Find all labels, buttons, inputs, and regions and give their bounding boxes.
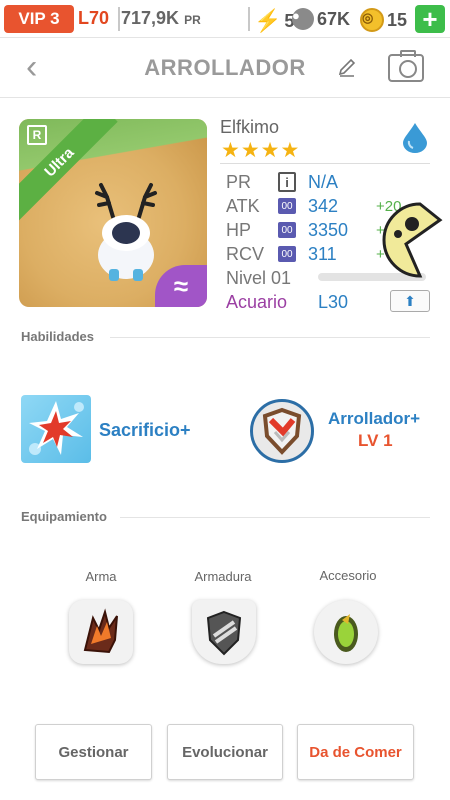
green-gem-icon xyxy=(334,614,358,652)
active-skill-name[interactable]: Sacrificio+ xyxy=(99,420,191,441)
feed-button[interactable]: Da de Comer xyxy=(297,724,414,780)
vip-badge[interactable]: VIP 3 xyxy=(4,5,74,33)
divider xyxy=(120,517,430,518)
water-drop-icon xyxy=(403,123,427,153)
coin-counter[interactable]: ◎ 15 xyxy=(360,8,407,32)
add-currency-button[interactable]: + xyxy=(415,5,445,33)
equipment-section-title: Equipamiento xyxy=(21,509,107,524)
claw-weapon-icon xyxy=(83,608,118,654)
stat-row-pr: PR i N/A xyxy=(226,170,338,194)
monster-sprite xyxy=(95,183,157,281)
armor-slot[interactable] xyxy=(192,600,256,664)
equip-label-weapon: Arma xyxy=(85,569,117,584)
monster-name: Elfkimo xyxy=(220,117,280,137)
divider xyxy=(248,7,250,31)
stat-row-rcv: RCV 00 311 + xyxy=(226,242,385,266)
stat-label: ATK xyxy=(226,195,260,216)
divider xyxy=(220,163,430,164)
level-label: Nivel 01 xyxy=(226,267,292,288)
armor-shield-icon xyxy=(206,610,242,656)
equip-label-accessory: Accesorio xyxy=(319,568,377,583)
sacrifice-skill-icon[interactable] xyxy=(21,395,91,463)
shield-skill-icon[interactable] xyxy=(250,399,314,463)
status-bar: VIP 3 L70 717,9K PR ⚡ 5 ● 67K ◎ 15 + xyxy=(0,0,450,38)
stat-icon: 00 xyxy=(278,222,296,238)
player-level: L70 xyxy=(78,8,110,28)
upgrade-arrow-button[interactable]: ⬆ xyxy=(390,290,430,312)
monster-portrait[interactable]: Ultra R ≈ xyxy=(19,119,207,307)
star-rating: ★★★★ xyxy=(221,139,301,162)
info-icon[interactable]: i xyxy=(278,172,296,192)
stat-value: 3350 xyxy=(308,219,349,240)
stat-value: 311 xyxy=(308,243,337,264)
stat-value: N/A xyxy=(308,171,339,192)
divider xyxy=(110,337,430,338)
camera-icon[interactable] xyxy=(388,50,424,82)
coin-icon: ◎ xyxy=(360,8,384,32)
divider xyxy=(118,7,120,31)
weapon-slot[interactable] xyxy=(69,600,133,664)
stat-label: HP xyxy=(226,219,252,240)
food-counter[interactable]: ● 67K xyxy=(292,8,350,30)
stat-value: 342 xyxy=(308,195,339,216)
water-element-icon: ≈ xyxy=(155,265,207,307)
stat-row-hp: HP 00 3350 + xyxy=(226,218,385,242)
paw-icon: ● xyxy=(292,8,314,30)
passive-skill-name[interactable]: Arrollador+ xyxy=(328,409,420,429)
class-name: Acuario xyxy=(226,291,288,312)
stat-icon: 00 xyxy=(278,246,296,262)
food-value: 67K xyxy=(317,8,351,29)
rarity-icon: R xyxy=(27,125,47,145)
coin-value: 15 xyxy=(387,9,408,30)
power-value: 717,9K xyxy=(121,8,180,28)
class-row: Acuario L30 xyxy=(226,290,348,314)
class-level: L30 xyxy=(318,291,349,312)
passive-skill-level: LV 1 xyxy=(358,431,393,450)
equip-label-armor: Armadura xyxy=(194,569,252,584)
power-rating: 717,9K PR xyxy=(121,8,201,29)
stat-label: RCV xyxy=(226,243,265,264)
page-title: ARROLLADOR xyxy=(144,55,306,80)
edit-icon[interactable] xyxy=(336,57,358,85)
evolve-button[interactable]: Evolucionar xyxy=(167,724,283,780)
lightning-icon: ⚡ xyxy=(254,8,282,33)
pacman-overlay-icon[interactable] xyxy=(380,200,450,280)
power-unit: PR xyxy=(184,13,201,27)
title-bar: ‹ ARROLLADOR xyxy=(0,38,450,98)
stat-icon: 00 xyxy=(278,198,296,214)
skills-section-title: Habilidades xyxy=(21,329,94,344)
energy-counter[interactable]: ⚡ 5 xyxy=(254,8,294,34)
stat-label: PR xyxy=(226,171,252,192)
stat-row-atk: ATK 00 342 +20 xyxy=(226,194,401,218)
accessory-slot[interactable] xyxy=(314,600,378,664)
manage-button[interactable]: Gestionar xyxy=(35,724,152,780)
